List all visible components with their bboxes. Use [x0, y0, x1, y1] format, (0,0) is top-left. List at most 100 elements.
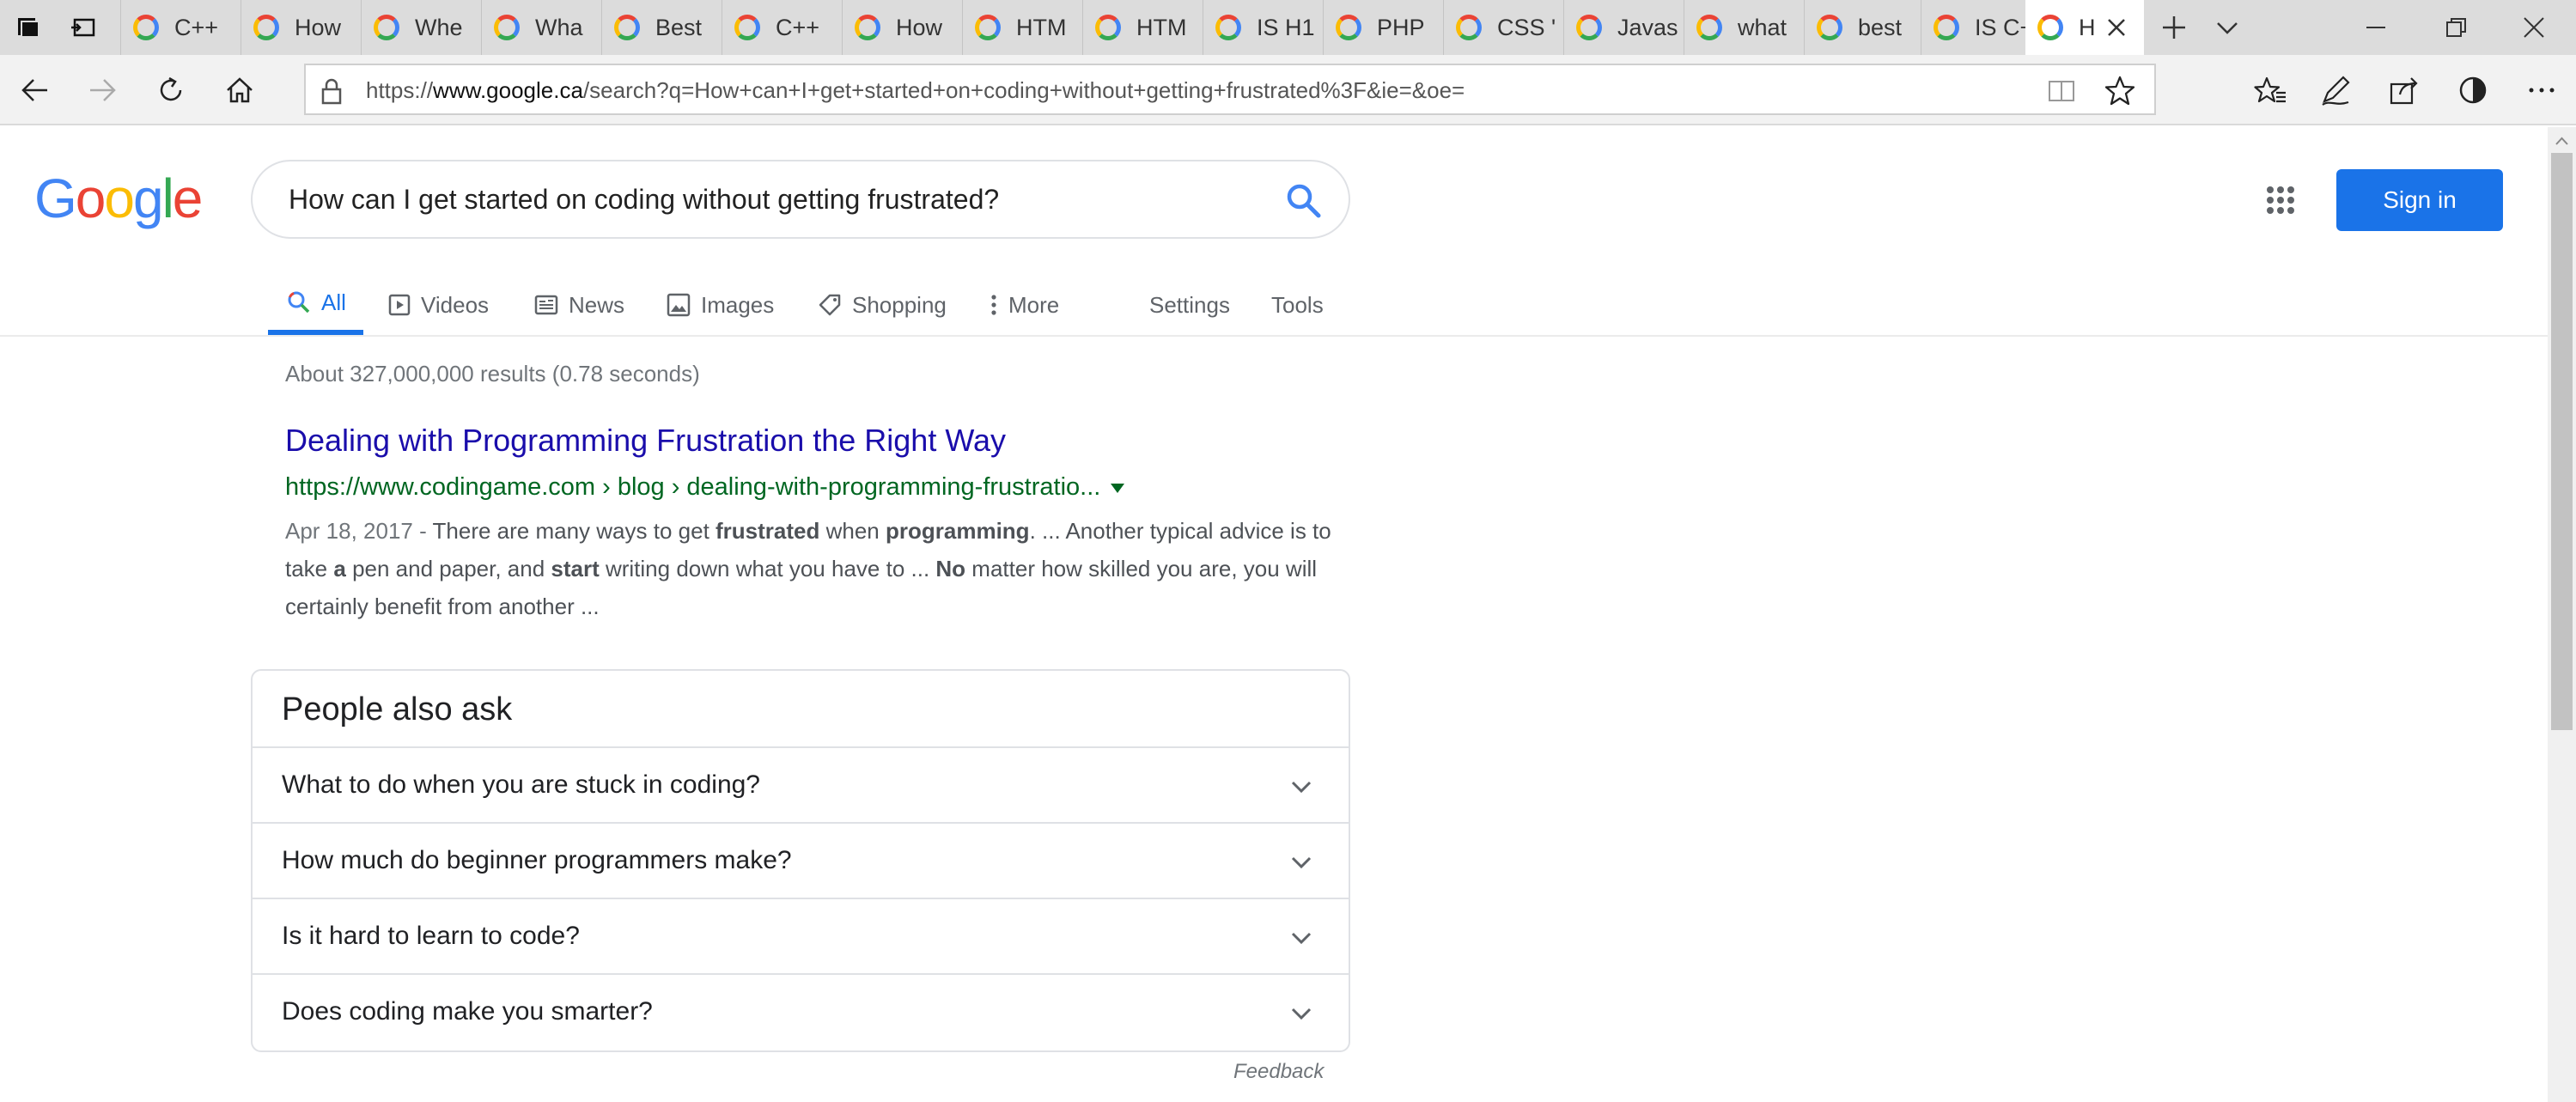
result-menu-arrow-icon[interactable] [1111, 483, 1125, 493]
home-button[interactable] [211, 55, 268, 125]
paa-question[interactable]: What to do when you are stuck in coding? [253, 746, 1349, 822]
result-title-link[interactable]: Dealing with Programming Frustration the… [285, 423, 1006, 459]
image-icon [667, 293, 691, 317]
google-favicon-icon [1095, 15, 1121, 40]
browser-tab-label: IS H1 [1257, 14, 1315, 40]
video-icon [388, 294, 411, 316]
browser-tab[interactable]: HTM [962, 0, 1082, 55]
browser-tab[interactable]: Wha [481, 0, 601, 55]
tab-all[interactable]: All [268, 275, 363, 335]
google-favicon-icon [494, 15, 520, 40]
new-tab-button[interactable] [2147, 0, 2201, 55]
result-url[interactable]: https://www.codingame.com › blog › deali… [285, 473, 1125, 502]
browser-tab-label: best [1858, 14, 1903, 40]
tab-videos[interactable]: Videos [388, 275, 489, 335]
browser-tab-label: How [896, 14, 943, 40]
google-favicon-icon [253, 15, 279, 40]
tab-news-label: News [569, 291, 625, 318]
set-aside-tabs-icon[interactable] [7, 0, 50, 55]
extension-button[interactable] [2445, 55, 2501, 125]
paa-question-text[interactable]: What to do when you are stuck in coding? [282, 770, 760, 800]
refresh-button[interactable] [143, 55, 199, 125]
paa-question[interactable]: Does coding make you smarter? [253, 973, 1349, 1049]
paa-question-text[interactable]: Does coding make you smarter? [282, 997, 653, 1026]
result-url-text[interactable]: https://www.codingame.com › blog › deali… [285, 473, 1100, 501]
chevron-down-icon[interactable] [1288, 774, 1314, 800]
close-window-button[interactable] [2500, 0, 2568, 55]
browser-tab[interactable]: C++ [722, 0, 842, 55]
google-logo[interactable]: Google [34, 168, 203, 228]
share-icon [2390, 77, 2418, 105]
google-favicon-icon [975, 15, 1001, 40]
tab-active-label: H [2079, 14, 2096, 40]
browser-tab[interactable]: C++ [120, 0, 241, 55]
close-tab-icon[interactable] [2103, 14, 2130, 41]
browser-tab-label: Whe [415, 14, 463, 40]
lock-icon[interactable] [316, 76, 347, 107]
paa-question[interactable]: How much do beginner programmers make? [253, 822, 1349, 898]
chevron-down-icon[interactable] [1288, 1001, 1314, 1026]
paa-question[interactable]: Is it hard to learn to code? [253, 898, 1349, 973]
page-scrollbar[interactable] [2548, 127, 2576, 1102]
minimize-button[interactable] [2342, 0, 2410, 55]
browser-tab[interactable]: HTM [1082, 0, 1203, 55]
search-icon[interactable] [1283, 180, 1323, 220]
tab-tools[interactable]: Tools [1271, 275, 1324, 335]
home-icon [227, 77, 253, 103]
back-button[interactable] [7, 55, 64, 125]
browser-tab-label: CSS ' [1497, 14, 1556, 40]
browser-tab[interactable]: How [241, 0, 361, 55]
tab-shopping[interactable]: Shopping [818, 275, 947, 335]
browser-tab[interactable]: Best [601, 0, 722, 55]
tab-more-label: More [1008, 291, 1060, 318]
web-note-button[interactable] [2307, 55, 2364, 125]
share-button[interactable] [2376, 55, 2433, 125]
paa-question-text[interactable]: How much do beginner programmers make? [282, 846, 792, 875]
address-bar[interactable]: https://www.google.ca/search?q=How+can+I… [304, 64, 2156, 115]
pen-icon [2322, 76, 2350, 106]
google-favicon-icon [855, 15, 880, 40]
chevron-down-icon[interactable] [1288, 849, 1314, 875]
scroll-up-arrow-icon[interactable] [2548, 131, 2576, 151]
google-favicon-icon [1336, 15, 1361, 40]
tab-settings[interactable]: Settings [1149, 275, 1230, 335]
tab-preview-icon[interactable] [62, 0, 105, 55]
extension-shield-icon [2459, 76, 2487, 104]
favorites-button[interactable] [2242, 55, 2299, 125]
tab-more[interactable]: More [990, 275, 1059, 335]
sign-in-button[interactable]: Sign in [2336, 169, 2503, 231]
browser-tab[interactable]: How [842, 0, 962, 55]
browser-tab-label: C++ [776, 14, 820, 40]
feedback-link[interactable]: Feedback [1233, 1060, 1324, 1084]
star-icon[interactable] [2103, 74, 2137, 108]
arrow-left-icon [21, 79, 47, 101]
browser-tab[interactable]: IS C+ [1921, 0, 2025, 55]
google-favicon-icon [1456, 15, 1482, 40]
restore-button[interactable] [2422, 0, 2491, 55]
browser-tab-label: HTM [1136, 14, 1187, 40]
browser-tab[interactable]: what [1684, 0, 1804, 55]
reading-view-icon[interactable] [2046, 76, 2077, 107]
search-input[interactable]: How can I get started on coding without … [289, 184, 999, 216]
browser-tab[interactable]: Javas [1563, 0, 1684, 55]
tab-active[interactable]: H [2025, 0, 2144, 55]
chevron-down-icon[interactable] [1288, 925, 1314, 951]
forward-button[interactable] [74, 55, 131, 125]
browser-tab[interactable]: CSS ' [1443, 0, 1563, 55]
settings-more-button[interactable] [2513, 55, 2570, 125]
search-box[interactable]: How can I get started on coding without … [251, 160, 1350, 239]
scrollbar-thumb[interactable] [2551, 153, 2573, 730]
result-snippet: Apr 18, 2017 - There are many ways to ge… [285, 518, 1331, 619]
google-apps-icon[interactable] [2266, 186, 2295, 215]
browser-tab[interactable]: IS H1 [1203, 0, 1323, 55]
browser-tab[interactable]: Whe [361, 0, 481, 55]
tab-images-label: Images [701, 291, 775, 318]
browser-tab-label: PHP [1377, 14, 1425, 40]
tab-list-button[interactable] [2201, 0, 2254, 55]
tab-news[interactable]: News [534, 275, 624, 335]
browser-tab[interactable]: PHP [1323, 0, 1443, 55]
browser-tab[interactable]: best [1804, 0, 1921, 55]
url-text[interactable]: https://www.google.ca/search?q=How+can+I… [366, 77, 1465, 104]
paa-question-text[interactable]: Is it hard to learn to code? [282, 922, 580, 951]
tab-images[interactable]: Images [667, 275, 774, 335]
